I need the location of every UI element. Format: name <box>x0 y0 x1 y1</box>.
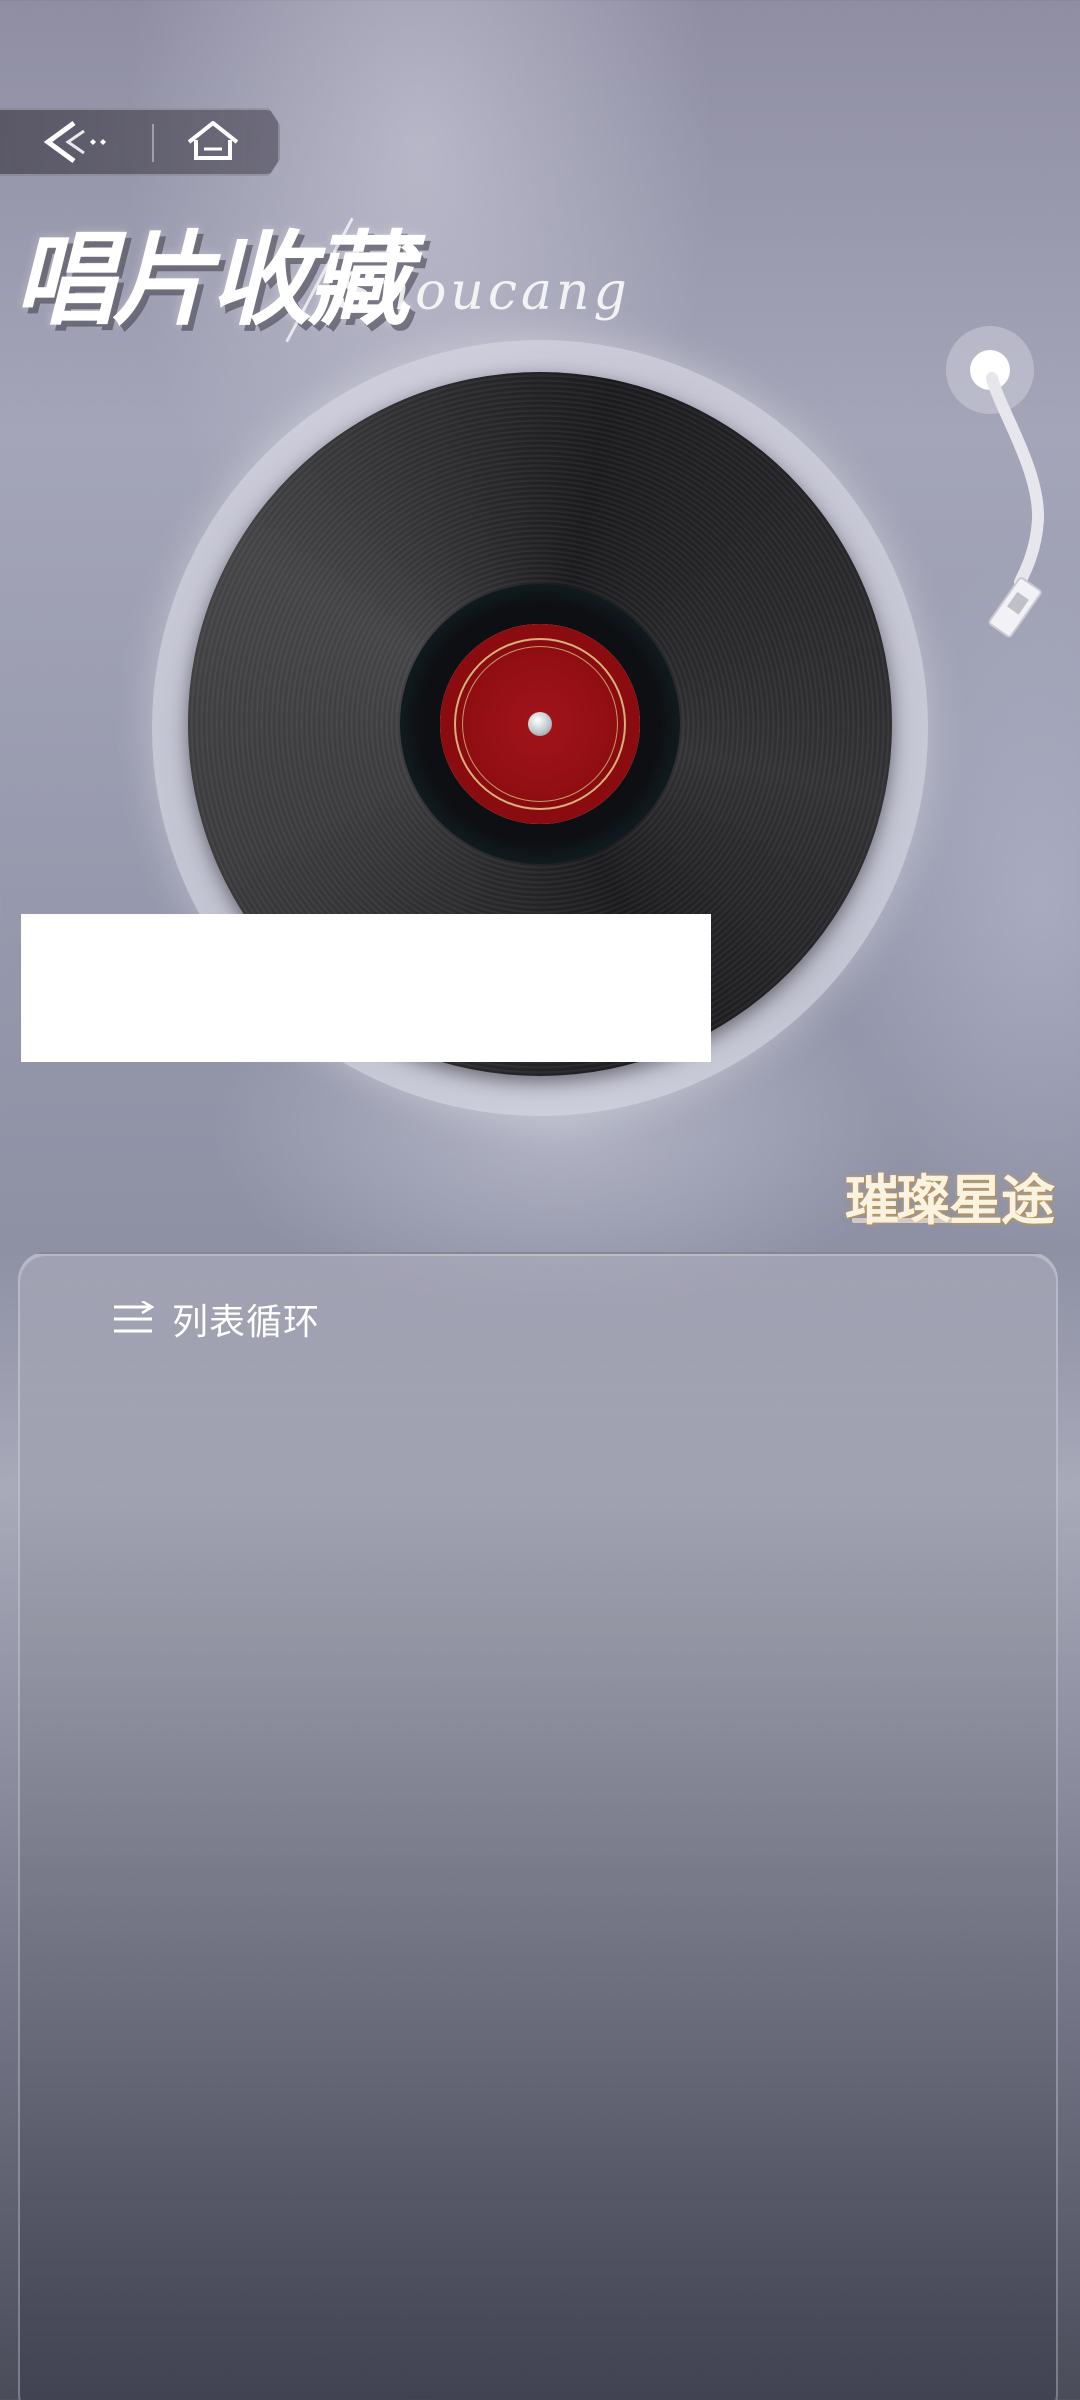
brand-logo: 璀璨星途 <box>844 1156 1055 1232</box>
home-button[interactable] <box>178 112 248 172</box>
brand-logo-text: 璀璨星途 <box>845 1168 1055 1232</box>
loop-mode-button[interactable]: 列表循环 <box>112 1290 320 1348</box>
redacted-area <box>21 914 711 1062</box>
home-icon <box>187 121 239 160</box>
back-button[interactable] <box>36 112 116 172</box>
loop-mode-label: 列表循环 <box>172 1302 321 1343</box>
list-loop-icon <box>114 1301 154 1333</box>
vinyl-spindle <box>528 712 552 736</box>
brand-logo-underline <box>852 1218 972 1223</box>
back-arrow-sparkle-icon <box>43 120 106 164</box>
tonearm-icon[interactable] <box>930 320 1060 680</box>
playlist-panel <box>18 1252 1058 2400</box>
page-subtitle: Shoucang <box>338 262 631 322</box>
nav-divider <box>152 124 154 162</box>
